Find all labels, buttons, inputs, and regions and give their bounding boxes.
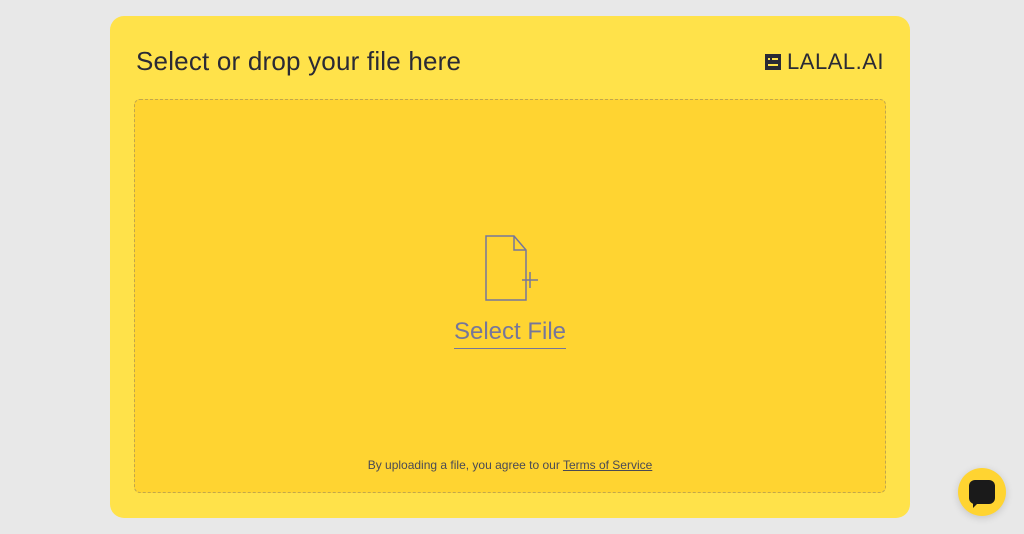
- chat-icon: [969, 480, 995, 504]
- page-title: Select or drop your file here: [136, 46, 461, 77]
- disclaimer-text: By uploading a file, you agree to our: [368, 458, 563, 472]
- file-dropzone[interactable]: Select File By uploading a file, you agr…: [134, 99, 886, 493]
- upload-disclaimer: By uploading a file, you agree to our Te…: [135, 458, 885, 472]
- card-header: Select or drop your file here LALAL.AI: [134, 38, 886, 99]
- select-file-button[interactable]: Select File: [454, 318, 566, 349]
- brand-logo[interactable]: LALAL.AI: [765, 49, 884, 75]
- brand-icon: [765, 54, 781, 70]
- dropzone-center: Select File: [454, 234, 566, 349]
- upload-card: Select or drop your file here LALAL.AI S…: [110, 16, 910, 518]
- brand-name: LALAL.AI: [787, 49, 884, 75]
- chat-launcher-button[interactable]: [958, 468, 1006, 516]
- terms-of-service-link[interactable]: Terms of Service: [563, 458, 652, 472]
- file-add-icon: [478, 234, 542, 304]
